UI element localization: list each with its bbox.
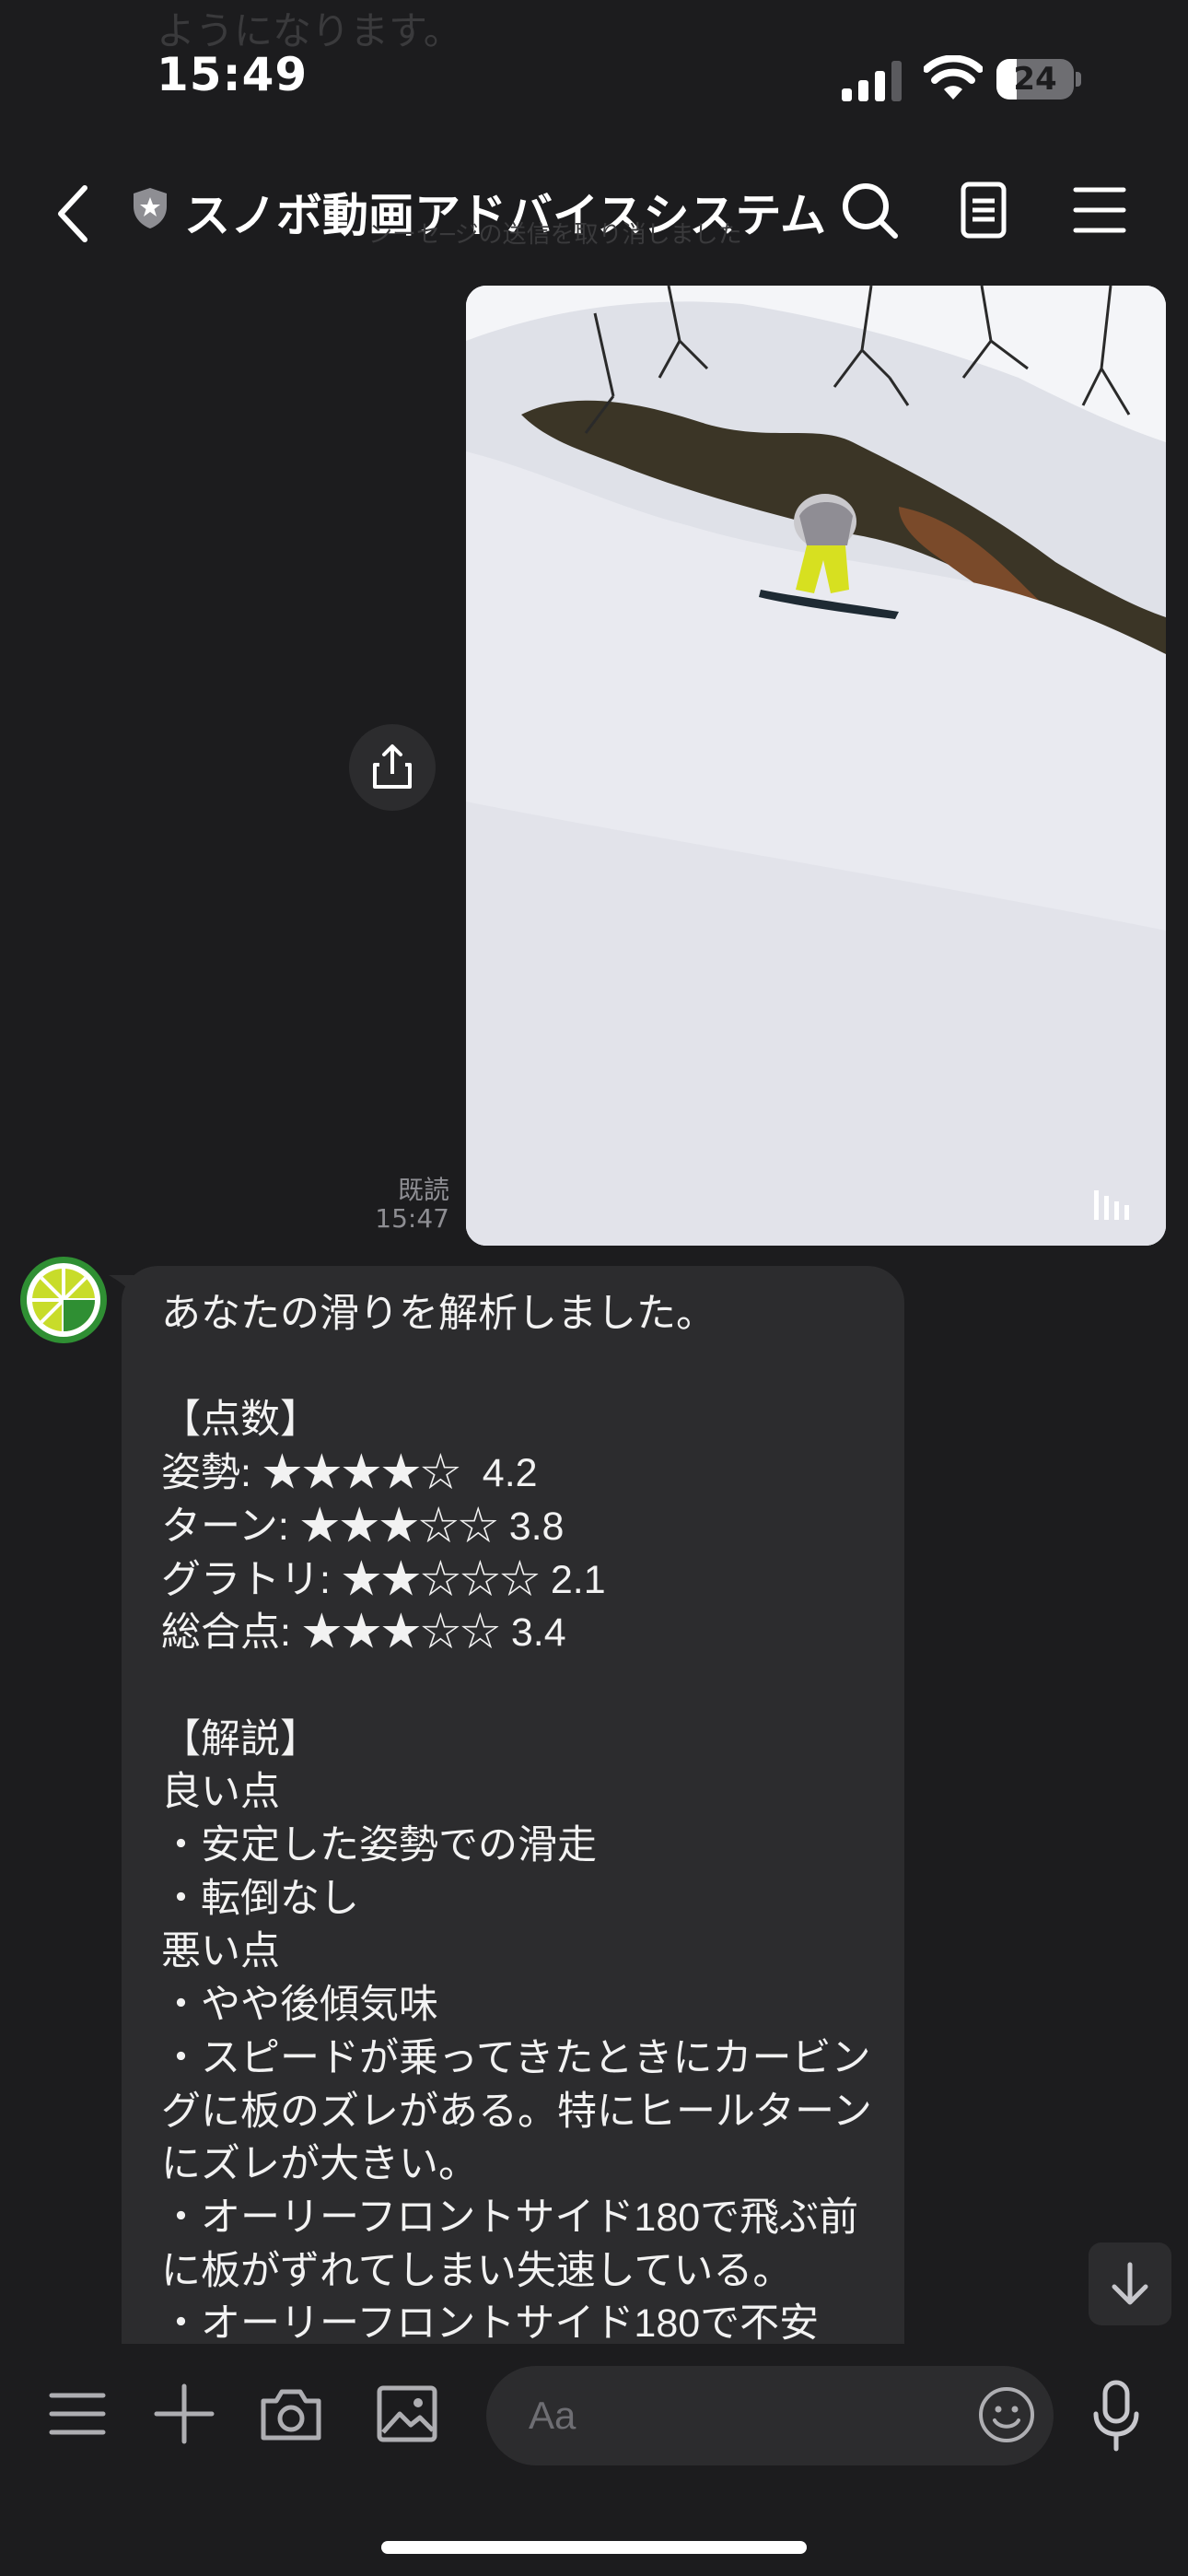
menu-icon[interactable] xyxy=(1066,177,1133,243)
bot-message-text: あなたの滑りを解析しました。 【点数】 姿勢: ★★★★☆ 4.2 ターン: ★… xyxy=(161,1292,872,2347)
back-icon[interactable] xyxy=(48,181,99,247)
arrow-down-icon xyxy=(1112,2262,1148,2305)
share-button[interactable] xyxy=(349,724,436,811)
camera-icon[interactable] xyxy=(254,2377,328,2451)
emoji-icon[interactable] xyxy=(976,2384,1037,2445)
video-thumbnail[interactable] xyxy=(466,286,1166,1246)
mic-icon[interactable] xyxy=(1087,2377,1146,2454)
wifi-icon xyxy=(924,55,983,100)
list-icon[interactable] xyxy=(41,2377,114,2451)
lime-logo-icon xyxy=(27,1263,100,1337)
search-icon[interactable] xyxy=(836,177,903,243)
snowboard-scene-image xyxy=(466,286,1166,1246)
background-ghost-subtext: ンーセ─ジの送信を取り消しました xyxy=(368,221,742,249)
battery-level: 24 xyxy=(1013,61,1057,98)
signal-icon xyxy=(842,61,902,101)
bot-avatar[interactable] xyxy=(20,1257,107,1343)
share-icon xyxy=(373,744,412,789)
battery-nub xyxy=(1076,72,1081,87)
media-bars-icon xyxy=(1094,1190,1129,1220)
read-receipt: 既読 xyxy=(397,1175,449,1205)
home-indicator xyxy=(381,2541,807,2554)
message-input-placeholder: Aa xyxy=(529,2394,577,2437)
shield-icon xyxy=(134,188,167,228)
notes-icon[interactable] xyxy=(950,177,1017,243)
battery-indicator: 24 xyxy=(996,59,1074,100)
plus-icon[interactable] xyxy=(147,2377,221,2451)
status-time: 15:49 xyxy=(157,48,309,101)
image-icon[interactable] xyxy=(370,2377,444,2451)
scroll-down-button[interactable] xyxy=(1089,2242,1171,2325)
message-time: 15:47 xyxy=(375,1203,449,1234)
